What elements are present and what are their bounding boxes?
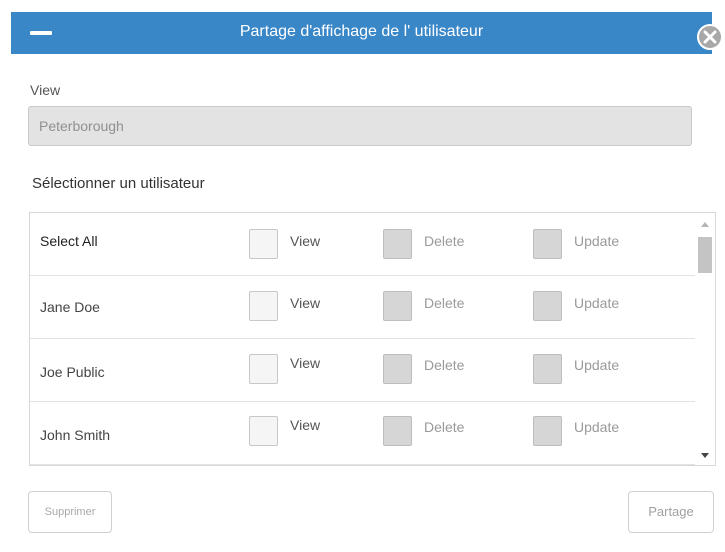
delete-checkbox-label: Delete [424,357,465,373]
view-checkbox-label: View [290,417,321,433]
update-checkbox[interactable] [533,291,562,321]
delete-checkbox-label: Delete [424,233,465,249]
view-checkbox-label: View [290,355,321,371]
row-name: Jane Doe [40,299,100,315]
user-row: John Smith View Delete Update [30,402,695,465]
view-checkbox-label: View [290,233,321,249]
close-button[interactable] [697,24,723,50]
row-name: Select All [40,233,98,249]
update-checkbox-label: Update [574,295,620,311]
scroll-thumb[interactable] [698,237,712,273]
dialog-title-bar: Partage d'affichage de l' utilisateur [11,12,712,54]
view-field[interactable] [28,106,692,146]
view-checkbox-label: View [290,295,321,311]
update-checkbox[interactable] [533,229,562,259]
view-label: View [30,82,61,98]
delete-checkbox[interactable] [383,416,412,446]
row-name: Joe Public [40,364,105,380]
user-row: Jane Doe View Delete Update [30,276,695,339]
share-view-dialog: Partage d'affichage de l' utilisateur Vi… [0,0,725,552]
delete-checkbox[interactable] [383,229,412,259]
delete-button[interactable]: Supprimer [28,491,112,533]
row-name: John Smith [40,427,111,443]
user-permission-list: Select All View Delete Update Jane Doe V… [29,212,716,466]
select-all-row: Select All View Delete Update [30,213,695,276]
list-scrollbar[interactable] [695,213,715,465]
update-checkbox[interactable] [533,354,562,384]
delete-checkbox[interactable] [383,354,412,384]
update-checkbox[interactable] [533,416,562,446]
update-checkbox-label: Update [574,233,620,249]
scroll-up-arrow-icon[interactable] [701,222,709,227]
select-user-label: Sélectionner un utilisateur [32,175,205,192]
delete-checkbox[interactable] [383,291,412,321]
dialog-title: Partage d'affichage de l' utilisateur [239,23,484,40]
view-checkbox[interactable] [249,354,278,384]
view-checkbox[interactable] [249,229,278,259]
scroll-down-arrow-icon[interactable] [701,453,709,458]
user-row: Joe Public View Delete Update [30,339,695,402]
close-icon [703,30,717,44]
share-button[interactable]: Partage [628,491,714,533]
view-checkbox[interactable] [249,416,278,446]
delete-checkbox-label: Delete [424,295,465,311]
update-checkbox-label: Update [574,419,620,435]
view-checkbox[interactable] [249,291,278,321]
delete-checkbox-label: Delete [424,419,465,435]
update-checkbox-label: Update [574,357,620,373]
